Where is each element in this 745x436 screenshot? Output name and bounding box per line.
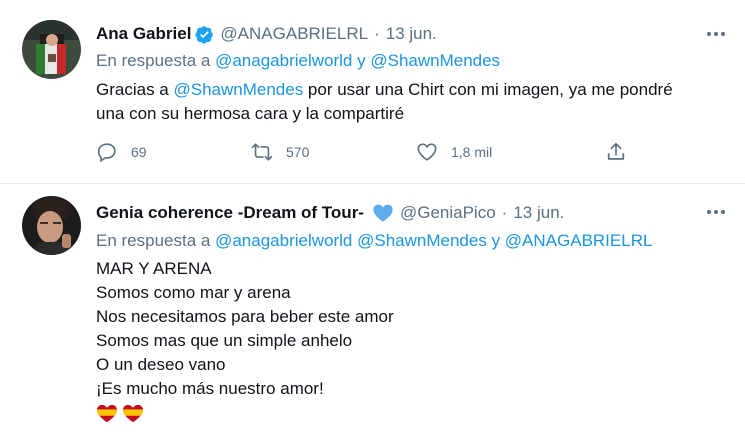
author-name[interactable]: Ana Gabriel <box>96 24 191 44</box>
reply-count: 69 <box>131 144 147 160</box>
tweet-text-line-1: Gracias a @ShawnMendes por usar una Chir… <box>96 78 673 102</box>
poem-line: Nos necesitamos para beber este amor <box>96 307 394 326</box>
retweet-button[interactable]: 570 <box>251 141 309 163</box>
like-count: 1,8 mil <box>451 144 493 160</box>
reply-mention-anagabrielrl[interactable]: @ANAGABRIELRL <box>505 231 653 250</box>
reply-context: En respuesta a @anagabrielworld y @Shawn… <box>96 51 500 71</box>
separator-dot: · <box>374 24 380 43</box>
poem-line: MAR Y ARENA <box>96 259 212 278</box>
author-handle[interactable]: @ANAGABRIELRL <box>220 24 368 44</box>
text-segment: por usar una Chirt con mi imagen, ya me … <box>303 80 673 99</box>
tweet-text-line-2: una con su hermosa cara y la compartiré <box>96 104 405 123</box>
like-button[interactable]: 1,8 mil <box>416 141 492 163</box>
tweet-genia-coherence[interactable]: Genia coherence -Dream of Tour- @GeniaPi… <box>0 184 745 436</box>
poem-line: ¡Es mucho más nuestro amor! <box>96 379 324 398</box>
more-options-icon[interactable] <box>705 29 727 39</box>
avatar-ana-gabriel[interactable] <box>22 20 81 79</box>
tweet-text: Gracias a @ShawnMendes por usar una Chir… <box>96 78 673 126</box>
blue-heart-emoji <box>372 202 394 224</box>
reply-mention-shawnmendes[interactable]: @ShawnMendes <box>370 51 500 70</box>
emoji-line <box>96 401 394 425</box>
reply-mention-anagabrielworld[interactable]: @anagabrielworld <box>215 51 352 70</box>
spain-flag-heart-emoji <box>123 404 143 423</box>
poem-line: Somos mas que un simple anhelo <box>96 331 353 350</box>
tweet-date[interactable]: 13 jun. <box>513 203 564 223</box>
more-options-icon[interactable] <box>705 207 727 217</box>
share-button[interactable] <box>605 141 627 163</box>
tweet-actions: 69 570 1,8 mil <box>96 141 656 167</box>
share-icon <box>607 142 625 160</box>
author-handle[interactable]: @GeniaPico <box>400 203 496 223</box>
retweet-count: 570 <box>286 144 310 160</box>
reply-icon <box>97 143 116 163</box>
tweet-text: MAR Y ARENA Somos como mar y arena Nos n… <box>96 257 394 425</box>
reply-prefix: En respuesta a <box>96 51 211 70</box>
retweet-icon <box>251 143 273 161</box>
reply-connector: y <box>491 231 501 250</box>
like-icon <box>417 143 437 161</box>
separator-dot: · <box>501 203 508 222</box>
spain-flag-heart-emoji <box>97 404 117 423</box>
reply-context: En respuesta a @anagabrielworld @ShawnMe… <box>96 231 652 251</box>
author-name[interactable]: Genia coherence -Dream of Tour- <box>96 203 364 223</box>
tweet-date[interactable]: 13 jun. <box>386 24 437 44</box>
reply-mention-anagabrielworld[interactable]: @anagabrielworld <box>215 231 352 250</box>
reply-connector: y <box>357 51 366 70</box>
poem-line: O un deseo vano <box>96 355 226 374</box>
poem-line: Somos como mar y arena <box>96 283 291 302</box>
avatar-genia-coherence[interactable] <box>22 196 81 255</box>
reply-prefix: En respuesta a <box>96 231 211 250</box>
reply-mention-shawnmendes[interactable]: @ShawnMendes <box>357 231 487 250</box>
text-mention-shawnmendes[interactable]: @ShawnMendes <box>173 80 303 99</box>
reply-button[interactable]: 69 <box>96 141 147 163</box>
text-segment: Gracias a <box>96 80 174 99</box>
tweet-ana-gabriel[interactable]: Ana Gabriel @ANAGABRIELRL · 13 jun. En r… <box>0 0 745 183</box>
verified-badge-icon <box>195 25 214 44</box>
